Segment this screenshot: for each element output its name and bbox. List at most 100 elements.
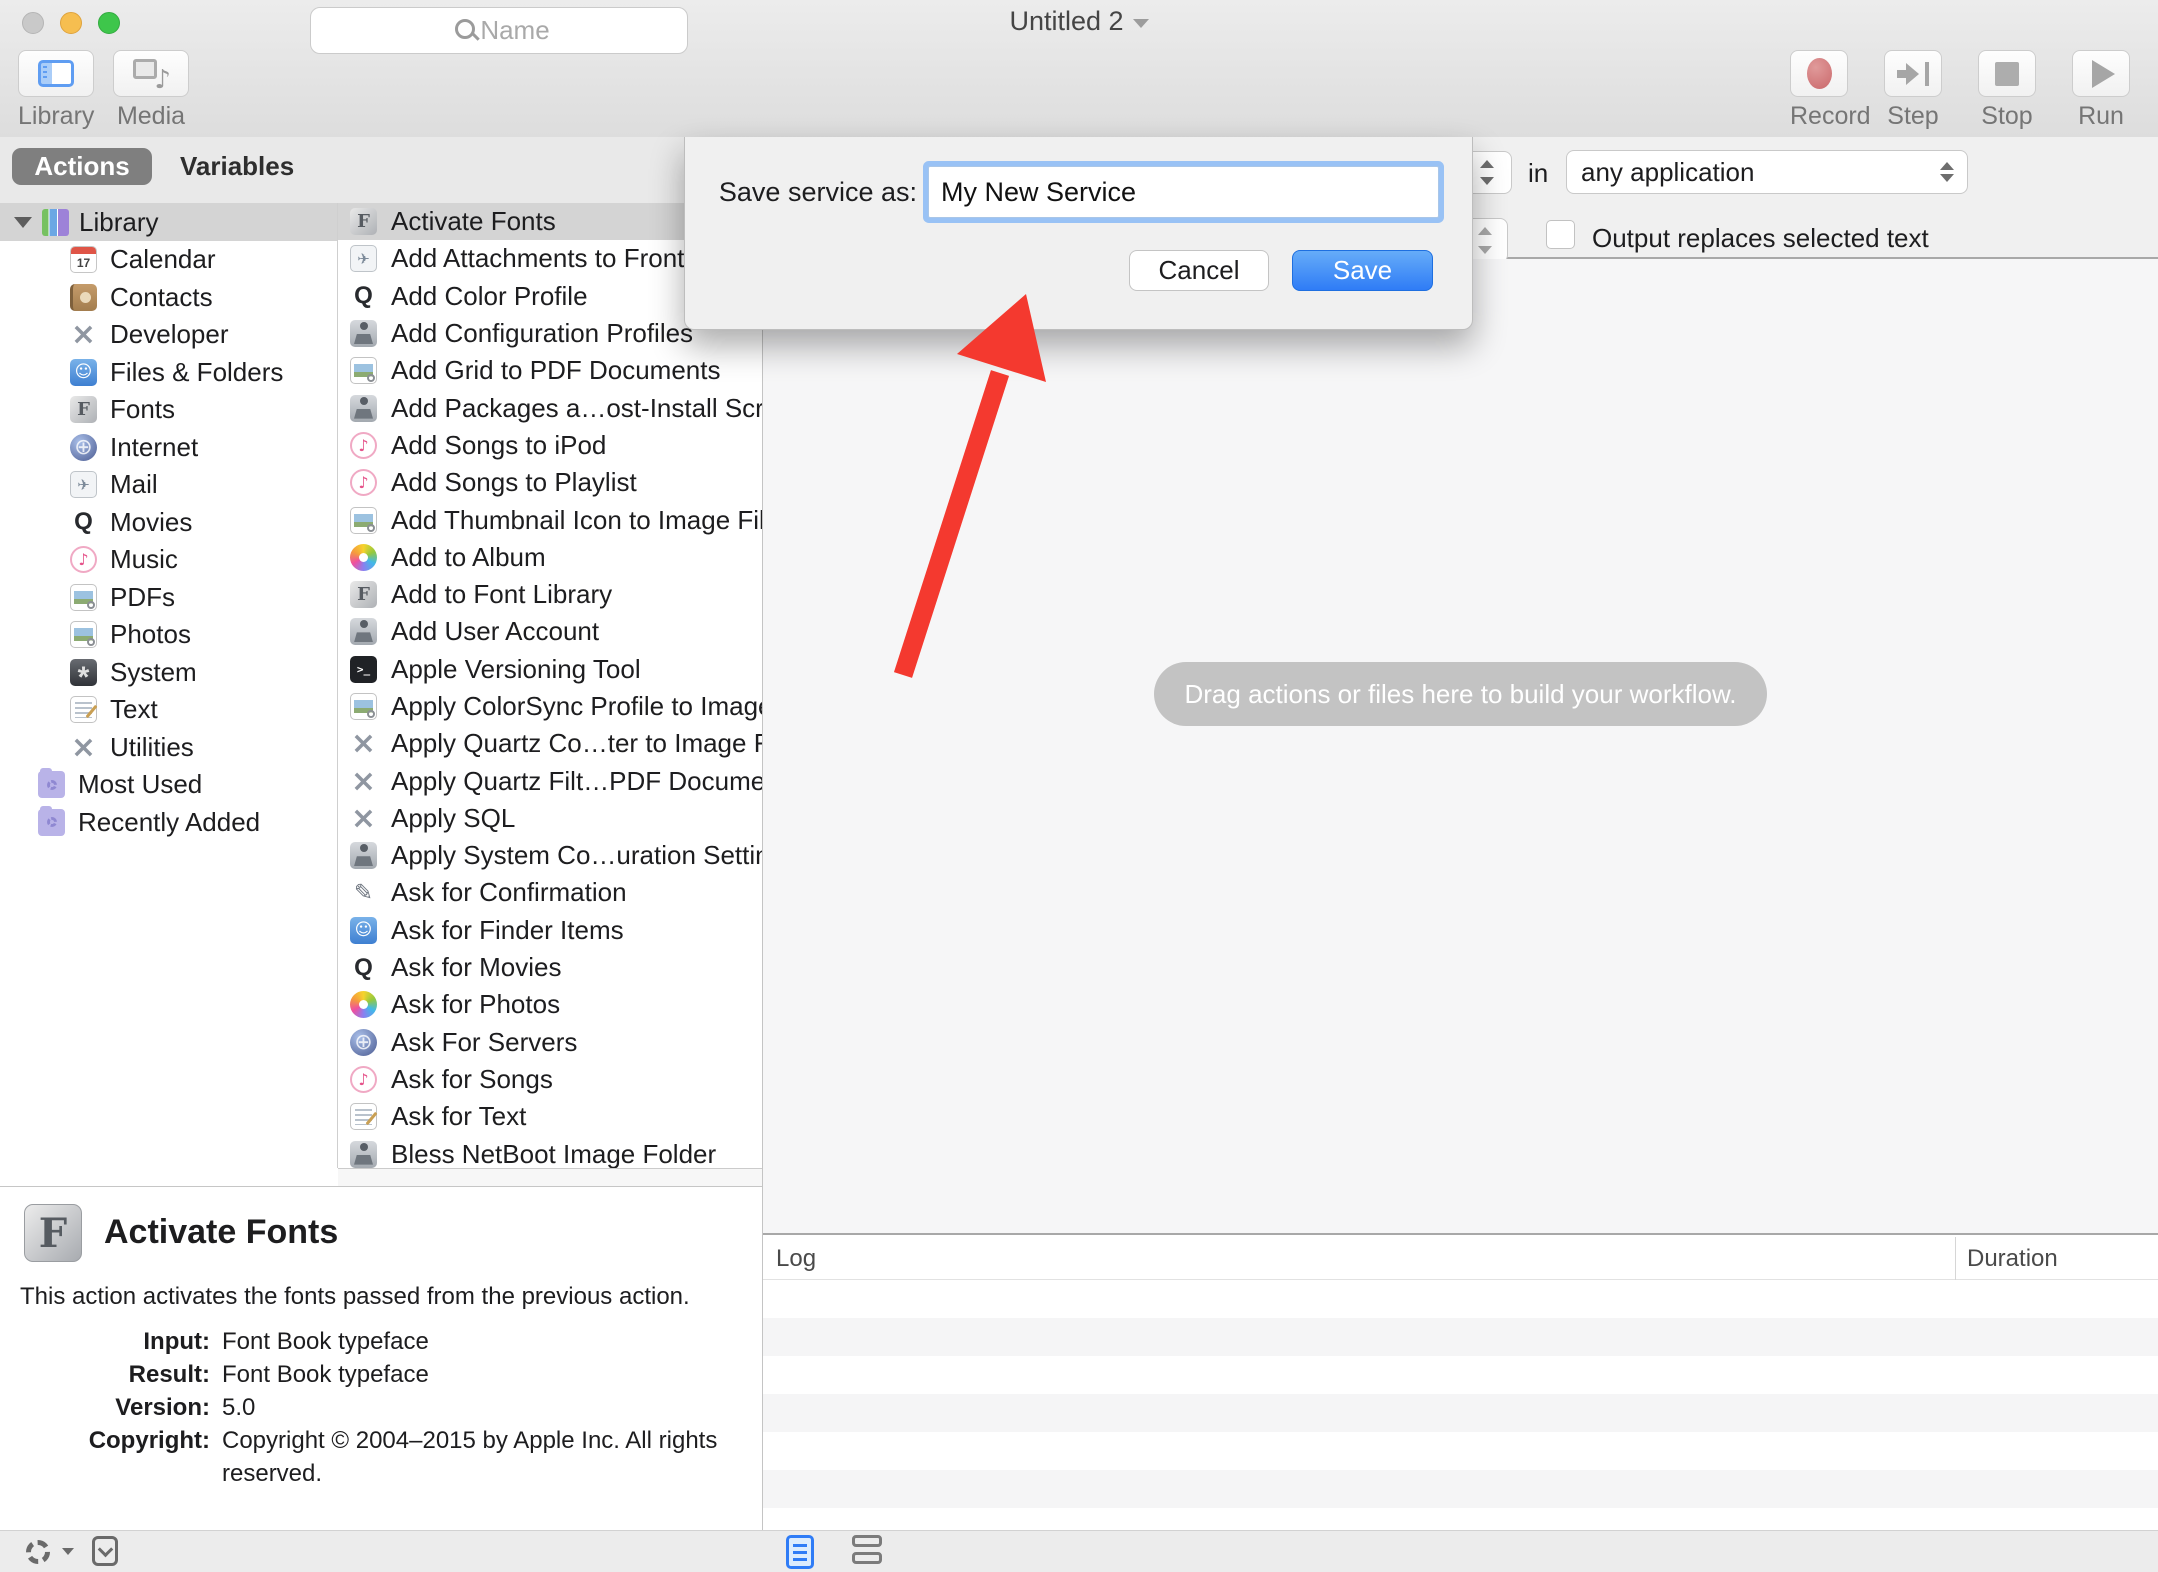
sidebar-item-developer[interactable]: Developer [0, 316, 337, 354]
action-item-add-packages-a-ost-install-scripts[interactable]: Add Packages a…ost-Install Scripts [338, 389, 762, 426]
xtools-icon [70, 321, 97, 348]
media-button[interactable] [113, 50, 189, 97]
action-item-add-to-font-library[interactable]: Add to Font Library [338, 576, 762, 613]
action-item-add-user-account[interactable]: Add User Account [338, 613, 762, 650]
sidebar-list: LibraryCalendarContacts Developer Files & … [0, 203, 337, 841]
action-item-add-songs-to-ipod[interactable]: Add Songs to iPod [338, 427, 762, 464]
xtools-icon [350, 768, 377, 795]
action-item-add-thumbnail-icon-to-image-files[interactable]: Add Thumbnail Icon to Image Files [338, 501, 762, 538]
action-item-apply-quartz-filt-pdf-documents[interactable]: Apply Quartz Filt…PDF Documents [338, 762, 762, 799]
description-text: This action activates the fonts passed f… [20, 1283, 750, 1311]
description-field-label: Copyright: [18, 1424, 210, 1490]
application-select[interactable]: any application [1566, 150, 1968, 194]
action-item-add-to-album[interactable]: Add to Album [338, 539, 762, 576]
sidebar-item-utilities[interactable]: Utilities [0, 729, 337, 767]
service-name-field[interactable] [928, 166, 1439, 218]
action-item-label: Apply Quartz Co…ter to Image Files [391, 728, 762, 759]
description-title: Activate Fonts [104, 1213, 338, 1252]
library-icon [42, 209, 69, 236]
action-item-add-songs-to-playlist[interactable]: Add Songs to Playlist [338, 464, 762, 501]
sidebar-item-pdfs[interactable]: PDFs [0, 579, 337, 617]
log-panel: Log Duration [763, 1237, 2158, 1530]
gear-chevron-icon[interactable] [62, 1548, 74, 1555]
sidebar-item-label: Contacts [110, 282, 213, 313]
terminal-icon [350, 656, 377, 683]
action-item-label: Add to Font Library [391, 579, 612, 610]
sidebar-item-system[interactable]: System [0, 654, 337, 692]
cancel-button[interactable]: Cancel [1129, 250, 1269, 291]
run-button[interactable] [2072, 50, 2130, 97]
action-item-label: Add User Account [391, 616, 599, 647]
sidebar-item-label: Internet [110, 432, 198, 463]
gear-icon[interactable] [26, 1540, 50, 1564]
sidebar-item-contacts[interactable]: Contacts [0, 279, 337, 317]
photos-icon [350, 544, 377, 571]
sidebar-item-music[interactable]: Music [0, 541, 337, 579]
description-field-value: 5.0 [222, 1391, 746, 1424]
sidebar-item-files-folders[interactable]: Files & Folders [0, 354, 337, 392]
sidebar-item-label: Recently Added [78, 807, 260, 838]
action-item-apply-colorsync-profile-to-images[interactable]: Apply ColorSync Profile to Images [338, 688, 762, 725]
sidebar-item-recently-added[interactable]: Recently Added [0, 804, 337, 842]
action-item-ask-for-confirmation[interactable]: Ask for Confirmation [338, 874, 762, 911]
sidebar-item-most-used[interactable]: Most Used [0, 766, 337, 804]
sidebar-item-fonts[interactable]: Fonts [0, 391, 337, 429]
stop-button[interactable] [1978, 50, 2036, 97]
action-item-ask-for-finder-items[interactable]: Ask for Finder Items [338, 912, 762, 949]
save-button[interactable]: Save [1292, 250, 1433, 291]
sidebar-item-internet[interactable]: Internet [0, 429, 337, 467]
action-item-ask-for-photos[interactable]: Ask for Photos [338, 986, 762, 1023]
output-replaces-checkbox[interactable] [1546, 220, 1575, 249]
log-column-header[interactable]: Log [776, 1245, 816, 1273]
record-button[interactable] [1790, 50, 1848, 97]
save-service-as-label: Save service as: [693, 177, 917, 208]
sidebar-item-mail[interactable]: Mail [0, 466, 337, 504]
action-item-add-grid-to-pdf-documents[interactable]: Add Grid to PDF Documents [338, 352, 762, 389]
popup-arrows-icon [1931, 154, 1963, 190]
description-fields: Input:Font Book typefaceResult:Font Book… [18, 1325, 746, 1490]
tab-actions[interactable]: Actions [12, 148, 152, 185]
actions-list-scroll-track[interactable] [338, 1169, 762, 1186]
library-button[interactable] [18, 50, 94, 97]
action-item-ask-for-text[interactable]: Ask for Text [338, 1098, 762, 1135]
log-view-list-icon[interactable] [786, 1535, 814, 1569]
sidebar-item-calendar[interactable]: Calendar [0, 241, 337, 279]
fontbook-icon [70, 396, 97, 423]
action-item-label: Add Songs to Playlist [391, 467, 637, 498]
action-item-ask-for-servers[interactable]: Ask For Servers [338, 1024, 762, 1061]
action-item-ask-for-songs[interactable]: Ask for Songs [338, 1061, 762, 1098]
media-panel-toggle-icon[interactable] [92, 1536, 118, 1566]
sidebar: LibraryCalendarContacts Developer Files & … [0, 203, 337, 1186]
action-item-apple-versioning-tool[interactable]: Apple Versioning Tool [338, 651, 762, 688]
sidebar-item-text[interactable]: Text [0, 691, 337, 729]
stop-button-label: Stop [1978, 102, 2036, 131]
output-replaces-label: Output replaces selected text [1592, 223, 1929, 254]
action-item-apply-sql[interactable]: Apply SQL [338, 800, 762, 837]
disclosure-triangle-icon[interactable] [14, 217, 32, 228]
sidebar-item-label: Developer [110, 319, 229, 350]
duration-column-header[interactable]: Duration [1967, 1245, 2058, 1273]
action-item-apply-quartz-co-ter-to-image-files[interactable]: Apply Quartz Co…ter to Image Files [338, 725, 762, 762]
sidebar-item-label: Text [110, 694, 158, 725]
workflow-canvas[interactable] [763, 259, 2158, 1235]
tab-variables[interactable]: Variables [168, 148, 306, 185]
action-item-label: Ask for Confirmation [391, 877, 627, 908]
sidebar-item-photos[interactable]: Photos [0, 616, 337, 654]
sidebar-item-label: PDFs [110, 582, 175, 613]
sidebar-item-movies[interactable]: Movies [0, 504, 337, 542]
actions-list: Activate FontsAdd Attachments to Front M… [338, 203, 762, 1168]
sidebar-item-library[interactable]: Library [0, 203, 337, 241]
action-item-apply-system-co-uration-settings[interactable]: Apply System Co…uration Settings [338, 837, 762, 874]
action-item-bless-netboot-image-folder[interactable]: Bless NetBoot Image Folder [338, 1135, 762, 1168]
system-icon [70, 659, 97, 686]
action-item-label: Ask for Finder Items [391, 915, 624, 946]
search-input[interactable] [310, 7, 688, 54]
title-chevron-icon[interactable] [1133, 19, 1149, 28]
quicktime-icon [350, 954, 377, 981]
network-icon [70, 434, 97, 461]
action-item-ask-for-movies[interactable]: Ask for Movies [338, 949, 762, 986]
action-item-label: Add to Album [391, 542, 546, 573]
log-view-panes-icon[interactable] [852, 1535, 882, 1564]
step-button[interactable] [1884, 50, 1942, 97]
description-field-value: Copyright © 2004–2015 by Apple Inc. All … [222, 1424, 746, 1490]
